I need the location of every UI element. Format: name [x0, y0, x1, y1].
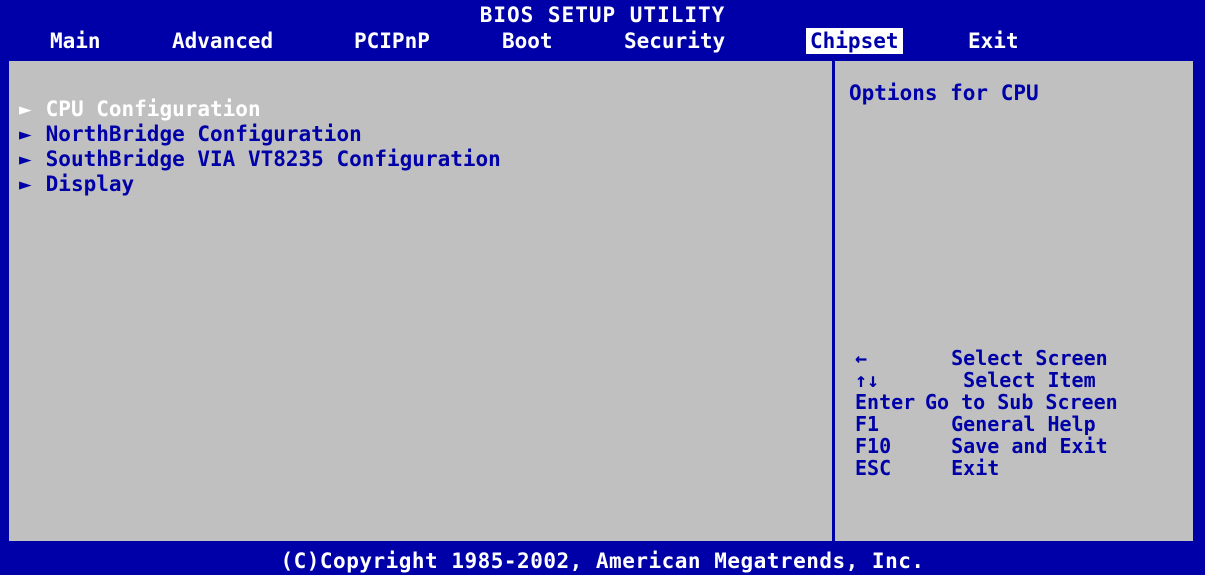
key-name: F1	[855, 412, 880, 436]
up-down-arrow-key-icon: ↑↓	[855, 368, 880, 392]
key-row-esc: ESC Exit	[855, 457, 1118, 479]
key-name: ESC	[855, 456, 892, 480]
key-action: Select Item	[915, 368, 1096, 392]
tab-pcipnp[interactable]: PCIPnP	[350, 28, 434, 54]
menu-item-label: SouthBridge VIA VT8235 Configuration	[45, 147, 501, 171]
menu-item-southbridge-configuration[interactable]: ► SouthBridge VIA VT8235 Configuration	[19, 147, 501, 172]
left-arrow-key-icon: ←	[855, 346, 868, 370]
menu-item-northbridge-configuration[interactable]: ► NorthBridge Configuration	[19, 122, 501, 147]
key-action: Go to Sub Screen	[925, 390, 1118, 414]
key-row-enter: Enter Go to Sub Screen	[855, 391, 1118, 413]
window-title: BIOS SETUP UTILITY	[479, 3, 726, 27]
help-title: Options for CPU	[849, 81, 1039, 105]
menu-item-label: Display	[45, 172, 135, 196]
panel-divider	[832, 61, 835, 541]
chipset-menu: ► CPU Configuration ► NorthBridge Config…	[19, 97, 501, 197]
key-action: Save and Exit	[915, 434, 1108, 458]
menu-item-label: CPU Configuration	[45, 97, 261, 121]
menu-item-label: NorthBridge Configuration	[45, 122, 362, 146]
key-row-select-screen: ← Select Screen	[855, 347, 1118, 369]
key-action: Exit	[915, 456, 1000, 480]
key-name: F10	[855, 434, 892, 458]
main-panel: ► CPU Configuration ► NorthBridge Config…	[6, 58, 1196, 544]
tab-main[interactable]: Main	[46, 28, 105, 54]
tab-security[interactable]: Security	[620, 28, 729, 54]
menu-item-display[interactable]: ► Display	[19, 172, 501, 197]
submenu-arrow-icon: ►	[19, 147, 32, 171]
tab-exit[interactable]: Exit	[964, 28, 1023, 54]
tab-advanced[interactable]: Advanced	[168, 28, 277, 54]
key-action: General Help	[915, 412, 1096, 436]
submenu-arrow-icon: ►	[19, 122, 32, 146]
key-row-f1: F1 General Help	[855, 413, 1118, 435]
key-name: Enter	[855, 390, 916, 414]
key-row-select-item: ↑↓ Select Item	[855, 369, 1118, 391]
menu-item-cpu-configuration[interactable]: ► CPU Configuration	[19, 97, 501, 122]
key-action: Select Screen	[915, 346, 1108, 370]
copyright-footer: (C)Copyright 1985-2002, American Megatre…	[0, 548, 1205, 575]
tab-boot[interactable]: Boot	[498, 28, 557, 54]
submenu-arrow-icon: ►	[19, 172, 32, 196]
key-legend: ← Select Screen ↑↓ Select Item Enter Go …	[855, 347, 1118, 479]
key-row-f10: F10 Save and Exit	[855, 435, 1118, 457]
submenu-arrow-icon: ►	[19, 97, 32, 121]
header-bar: BIOS SETUP UTILITY Main Advanced PCIPnP …	[0, 0, 1205, 56]
tab-chipset[interactable]: Chipset	[806, 28, 903, 54]
